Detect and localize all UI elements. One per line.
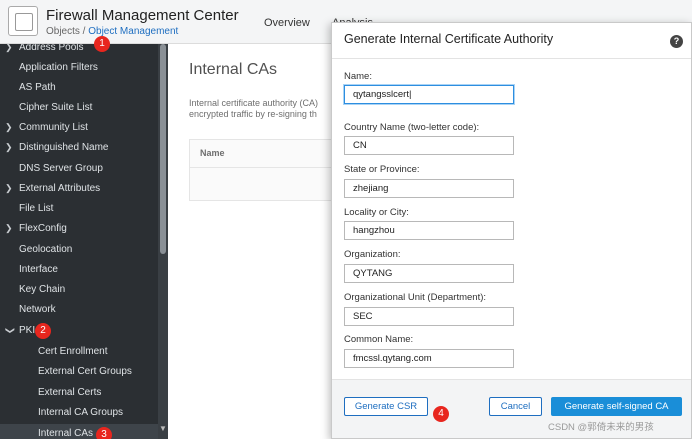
breadcrumb-prefix: Objects / [46, 26, 89, 37]
state-label: State or Province: [344, 164, 420, 175]
sidebar-scrollbar-thumb[interactable] [160, 44, 166, 254]
org-unit-label: Organizational Unit (Department): [344, 292, 487, 303]
breadcrumb: Objects / Object Management [46, 26, 178, 37]
org-unit-field[interactable] [344, 307, 514, 326]
chevron-right-icon: ❯ [5, 44, 13, 52]
sidebar-item-key-chain[interactable]: Key Chain [0, 280, 158, 300]
sidebar-item-file-list[interactable]: File List [0, 199, 158, 219]
locality-field[interactable] [344, 221, 514, 240]
app-logo-icon [8, 6, 38, 36]
sidebar-item-community-list[interactable]: ❯ Community List [0, 118, 158, 138]
state-field[interactable] [344, 179, 514, 198]
watermark: CSDN @郭倚未来的男孩 [548, 422, 654, 433]
chevron-down-icon: ❯ [5, 326, 16, 335]
sidebar-item-internal-cas[interactable]: Internal CAs [0, 424, 158, 439]
scroll-down-arrow-icon[interactable]: ▼ [158, 424, 168, 438]
locality-label: Locality or City: [344, 207, 409, 218]
chevron-right-icon: ❯ [5, 183, 13, 193]
sidebar-item-dns-server-group[interactable]: DNS Server Group [0, 159, 158, 179]
generate-internal-ca-dialog: Generate Internal Certificate Authority … [331, 22, 692, 439]
sidebar: ❯ Address Pools Application Filters AS Pa… [0, 44, 168, 439]
chevron-right-icon: ❯ [5, 223, 13, 233]
country-field[interactable] [344, 136, 514, 155]
annotation-badge-4: 4 [433, 406, 449, 422]
sidebar-item-external-attributes[interactable]: ❯ External Attributes [0, 179, 158, 199]
common-name-label: Common Name: [344, 334, 414, 345]
sidebar-item-external-cert-groups[interactable]: External Cert Groups [0, 362, 158, 382]
sidebar-item-flexconfig[interactable]: ❯ FlexConfig [0, 219, 158, 239]
country-label: Country Name (two-letter code): [344, 122, 480, 133]
sidebar-item-pki[interactable]: ❯ PKI [0, 321, 158, 341]
sidebar-item-address-pools[interactable]: ❯ Address Pools [0, 44, 158, 58]
name-field[interactable] [344, 85, 514, 104]
common-name-field[interactable] [344, 349, 514, 368]
dialog-title: Generate Internal Certificate Authority [344, 32, 554, 46]
sidebar-item-internal-ca-groups[interactable]: Internal CA Groups [0, 403, 158, 423]
sidebar-item-application-filters[interactable]: Application Filters [0, 58, 158, 78]
help-icon[interactable]: ? [670, 35, 683, 48]
sidebar-item-cert-enrollment[interactable]: Cert Enrollment [0, 342, 158, 362]
sidebar-item-network[interactable]: Network [0, 300, 158, 320]
organization-label: Organization: [344, 249, 401, 260]
generate-csr-button[interactable]: Generate CSR [344, 397, 428, 416]
organization-field[interactable] [344, 264, 514, 283]
name-label: Name: [344, 71, 372, 82]
annotation-badge-1: 1 [94, 36, 110, 52]
nav-overview[interactable]: Overview [264, 17, 310, 29]
sidebar-item-as-path[interactable]: AS Path [0, 78, 158, 98]
annotation-badge-3: 3 [96, 427, 112, 439]
annotation-badge-2: 2 [35, 323, 51, 339]
sidebar-item-interface[interactable]: Interface [0, 260, 158, 280]
app-title: Firewall Management Center [46, 7, 239, 24]
chevron-right-icon: ❯ [5, 142, 13, 152]
chevron-right-icon: ❯ [5, 122, 13, 132]
cancel-button[interactable]: Cancel [489, 397, 542, 416]
sidebar-item-geolocation[interactable]: Geolocation [0, 240, 158, 260]
sidebar-item-distinguished-name[interactable]: ❯ Distinguished Name [0, 138, 158, 158]
sidebar-item-external-certs[interactable]: External Certs [0, 383, 158, 403]
dialog-header: Generate Internal Certificate Authority … [332, 23, 691, 59]
generate-self-signed-ca-button[interactable]: Generate self-signed CA [551, 397, 682, 416]
sidebar-item-cipher-suite-list[interactable]: Cipher Suite List [0, 98, 158, 118]
